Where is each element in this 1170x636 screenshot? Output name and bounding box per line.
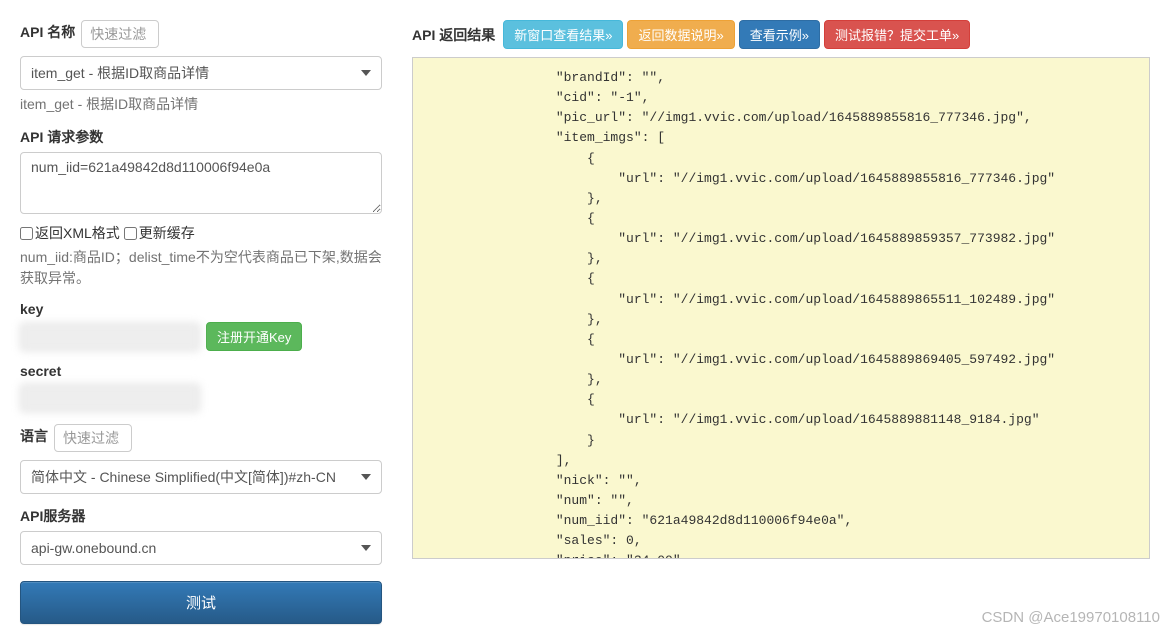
test-button[interactable]: 测试 bbox=[20, 581, 382, 624]
lang-label: 语言 bbox=[20, 426, 48, 446]
cache-checkbox-label[interactable]: 更新缓存 bbox=[124, 223, 195, 243]
api-name-select[interactable]: item_get - 根据ID取商品详情 bbox=[20, 56, 382, 90]
cache-checkbox[interactable] bbox=[124, 227, 137, 240]
params-textarea[interactable] bbox=[20, 152, 382, 214]
left-panel: API 名称 item_get - 根据ID取商品详情 item_get - 根… bbox=[20, 20, 382, 636]
lang-filter-input[interactable] bbox=[54, 424, 132, 452]
view-example-button[interactable]: 查看示例» bbox=[739, 20, 820, 49]
key-input[interactable] bbox=[20, 323, 200, 351]
secret-label: secret bbox=[20, 363, 61, 379]
result-title: API 返回结果 bbox=[412, 25, 495, 45]
right-panel: API 返回结果 新窗口查看结果» 返回数据说明» 查看示例» 测试报错？提交工… bbox=[412, 20, 1150, 636]
params-label: API 请求参数 bbox=[20, 127, 103, 147]
xml-checkbox[interactable] bbox=[20, 227, 33, 240]
new-window-button[interactable]: 新窗口查看结果» bbox=[503, 20, 623, 49]
data-desc-button[interactable]: 返回数据说明» bbox=[627, 20, 734, 49]
server-select[interactable]: api-gw.onebound.cn bbox=[20, 531, 382, 565]
key-label: key bbox=[20, 301, 43, 317]
report-error-button[interactable]: 测试报错？提交工单» bbox=[824, 20, 970, 49]
server-label: API服务器 bbox=[20, 506, 85, 526]
secret-input[interactable] bbox=[20, 384, 200, 412]
api-filter-input[interactable] bbox=[81, 20, 159, 48]
xml-checkbox-label[interactable]: 返回XML格式 bbox=[20, 223, 120, 243]
register-key-button[interactable]: 注册开通Key bbox=[206, 322, 302, 351]
api-name-label: API 名称 bbox=[20, 22, 75, 42]
lang-select[interactable]: 简体中文 - Chinese Simplified(中文[简体])#zh-CN bbox=[20, 460, 382, 494]
result-json-box[interactable]: "brandId": "", "cid": "-1", "pic_url": "… bbox=[412, 57, 1150, 559]
api-name-help: item_get - 根据ID取商品详情 bbox=[20, 94, 382, 115]
params-help: num_iid:商品ID；delist_time不为空代表商品已下架,数据会获取… bbox=[20, 247, 382, 289]
